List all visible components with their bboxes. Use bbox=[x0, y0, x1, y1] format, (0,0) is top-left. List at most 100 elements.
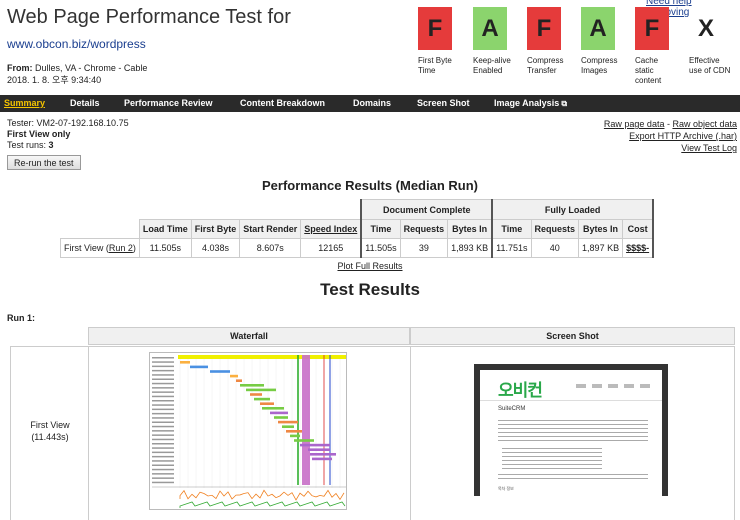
test-results-title: Test Results bbox=[320, 280, 420, 299]
grade-item[interactable]: F Cache static content bbox=[635, 7, 680, 86]
screenshot-menu bbox=[576, 384, 656, 388]
wf-request-bar bbox=[308, 448, 330, 451]
grade-item[interactable]: F First Byte Time bbox=[418, 7, 463, 76]
raw-object-data-link[interactable]: Raw object data bbox=[672, 119, 737, 129]
wf-row-label bbox=[152, 464, 174, 466]
grade-letter: F bbox=[527, 7, 561, 50]
wf-purple-band bbox=[302, 355, 310, 485]
wf-request-bar bbox=[300, 443, 330, 447]
perf-data-row: First View (Run 2) 11.505s 4.038s 8.607s 121… bbox=[60, 238, 655, 258]
wf-cpu-line bbox=[179, 489, 345, 501]
perf-blank-cell bbox=[61, 200, 362, 220]
wf-row-label bbox=[152, 400, 174, 402]
wf-request-bar bbox=[180, 361, 190, 364]
nav-domains[interactable]: Domains bbox=[353, 98, 391, 108]
grade-item[interactable]: A Compress Images bbox=[581, 7, 626, 76]
wf-request-bar bbox=[278, 420, 298, 424]
export-har-link[interactable]: Export HTTP Archive (.har) bbox=[629, 131, 737, 141]
wf-top-bar bbox=[178, 355, 346, 359]
wf-row-label bbox=[152, 460, 174, 462]
wf-row-label bbox=[152, 361, 174, 363]
wf-row-label bbox=[152, 357, 174, 359]
test-datetime: 2018. 1. 8. 오후 9:34:40 bbox=[7, 75, 102, 85]
from-value: Dulles, VA - Chrome - Cable bbox=[35, 63, 148, 73]
test-runs-value: 3 bbox=[48, 140, 54, 150]
wf-row-label bbox=[152, 421, 174, 423]
wf-row-label bbox=[152, 417, 174, 419]
performance-results-title: Performance Results (Median Run) bbox=[262, 178, 478, 193]
screenshot-paragraph bbox=[498, 420, 648, 442]
wf-row-label bbox=[152, 378, 174, 380]
perf-value-cell[interactable]: $$$$- bbox=[622, 238, 655, 258]
nav-details[interactable]: Details bbox=[70, 98, 100, 108]
perf-header-cell: Load Time bbox=[138, 219, 192, 239]
nav-summary[interactable]: Summary bbox=[4, 98, 45, 108]
screenshot-header: Screen Shot bbox=[410, 327, 735, 345]
wf-request-bar bbox=[210, 370, 230, 373]
screenshot-divider bbox=[480, 400, 662, 401]
perf-header-cell: Time bbox=[491, 219, 532, 239]
wf-row-label bbox=[152, 447, 174, 449]
waterfall-chart bbox=[152, 355, 346, 508]
screenshot-footer-text: 목차 정보 bbox=[498, 486, 514, 491]
wf-request-bar bbox=[230, 374, 238, 378]
grade-label: Keep-alive Enabled bbox=[473, 56, 511, 75]
screenshot-thumbnail[interactable]: 오비컨 SuiteCRM 목차 정보 bbox=[474, 364, 668, 496]
wf-request-bar bbox=[190, 365, 208, 369]
grade-letter: A bbox=[473, 7, 507, 50]
wf-request-bar bbox=[246, 388, 276, 392]
doc-complete-header: Document Complete bbox=[360, 199, 494, 220]
wf-request-bar bbox=[240, 384, 264, 387]
nav-bar: Summary Details Performance Review Content … bbox=[0, 95, 740, 112]
grade-label: Compress Images bbox=[581, 56, 618, 75]
wf-row-label bbox=[152, 425, 174, 428]
perf-header-cell[interactable]: Speed Index bbox=[300, 219, 362, 239]
fully-loaded-header: Fully Loaded bbox=[491, 199, 655, 220]
perf-value-cell: 12165 bbox=[300, 238, 362, 258]
wf-request-bar bbox=[290, 434, 300, 438]
grade-label: First Byte Time bbox=[418, 56, 452, 75]
tester-name: Tester: VM2-07-192.168.10.75 bbox=[7, 118, 129, 128]
perf-value-cell: 8.607s bbox=[239, 238, 302, 258]
data-links: Raw page data - Raw object data Export H… bbox=[604, 118, 737, 154]
tester-info: Tester: VM2-07-192.168.10.75 First View … bbox=[7, 118, 129, 151]
wf-row-label bbox=[152, 369, 174, 372]
perf-value-cell: 11.505s bbox=[138, 238, 192, 258]
screenshot-heading: SuiteCRM bbox=[498, 406, 526, 412]
perf-group-row: Document Complete Fully Loaded bbox=[61, 199, 655, 220]
perf-value-cell: 4.038s bbox=[190, 238, 241, 258]
test-runs: Test runs: 3 bbox=[7, 140, 129, 151]
screenshot-logo: 오비컨 bbox=[498, 381, 543, 401]
first-view-time: (11.443s) bbox=[31, 432, 69, 442]
perf-value-cell: 11.751s bbox=[491, 238, 532, 258]
wf-row-label bbox=[152, 395, 174, 398]
perf-header-cell: Requests bbox=[399, 219, 449, 239]
perf-header-cell: Bytes In bbox=[447, 219, 494, 239]
perf-header-cell: Cost bbox=[622, 219, 655, 239]
nav-screen-shot[interactable]: Screen Shot bbox=[417, 98, 470, 108]
nav-content-breakdown[interactable]: Content Breakdown bbox=[240, 98, 325, 108]
results-table: Waterfall Screen Shot First View (11.443… bbox=[10, 327, 737, 520]
rerun-test-button[interactable]: Re-run the test bbox=[7, 155, 81, 170]
perf-value-cell: 39 bbox=[399, 238, 449, 258]
grade-item[interactable]: X Effective use of CDN bbox=[689, 7, 734, 76]
wf-row-label bbox=[152, 430, 174, 432]
tested-url-link[interactable]: www.obcon.biz/wordpress bbox=[7, 37, 146, 51]
nav-image-analysis[interactable]: Image Analysis ⧉ bbox=[494, 98, 567, 109]
wf-row-label bbox=[152, 443, 174, 445]
grade-letter: F bbox=[635, 7, 669, 50]
grade-letter: X bbox=[689, 7, 723, 50]
screenshot-list bbox=[502, 448, 602, 470]
perf-header-cell: Bytes In bbox=[578, 219, 624, 239]
plot-full-results-link[interactable]: Plot Full Results bbox=[0, 261, 740, 271]
run-2-link[interactable]: Run 2 bbox=[109, 243, 133, 253]
wf-request-bar bbox=[250, 393, 262, 396]
grade-letter: A bbox=[581, 7, 615, 50]
view-test-log-link[interactable]: View Test Log bbox=[681, 143, 737, 153]
grade-item[interactable]: A Keep-alive Enabled bbox=[473, 7, 518, 76]
nav-performance-review[interactable]: Performance Review bbox=[124, 98, 213, 108]
grade-item[interactable]: F Compress Transfer bbox=[527, 7, 572, 76]
wf-row-label bbox=[152, 477, 174, 479]
waterfall-thumbnail[interactable] bbox=[149, 352, 347, 510]
raw-page-data-link[interactable]: Raw page data bbox=[604, 119, 665, 129]
